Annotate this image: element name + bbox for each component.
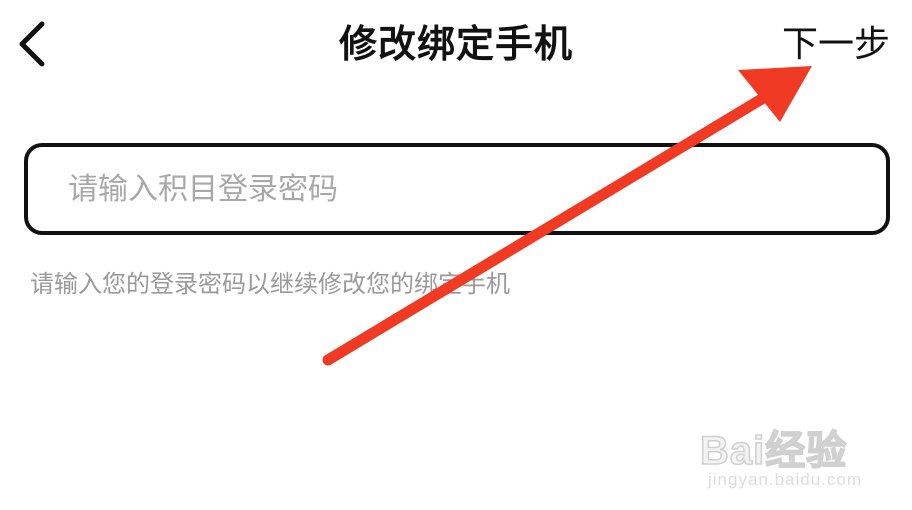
- watermark-brand: Bai经验: [699, 428, 848, 474]
- password-input[interactable]: [68, 147, 848, 231]
- next-step-button[interactable]: 下一步: [782, 20, 890, 70]
- password-field[interactable]: [24, 143, 890, 235]
- page-title: 修改绑定手机: [338, 22, 573, 66]
- hint-text: 请输入您的登录密码以继续修改您的绑定手机: [30, 270, 510, 298]
- watermark: Bai经验 jingyan.baidu.com: [699, 408, 900, 498]
- watermark-url: jingyan.baidu.com: [708, 470, 863, 489]
